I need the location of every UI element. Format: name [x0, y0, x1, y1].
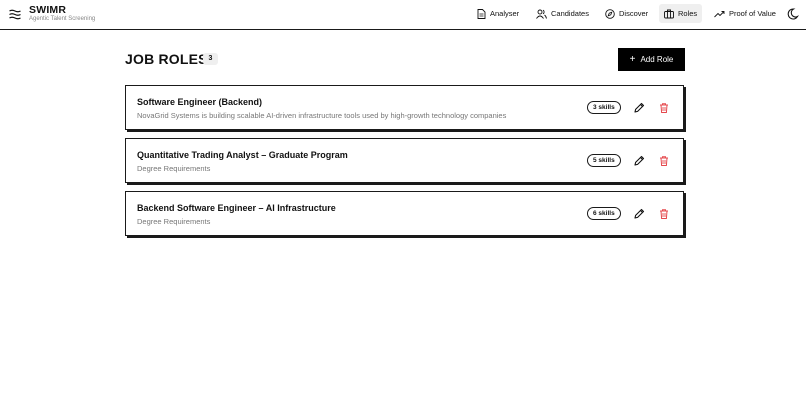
- nav-label: Proof of Value: [729, 9, 776, 18]
- pencil-icon[interactable]: [632, 207, 646, 221]
- trash-icon[interactable]: [657, 154, 671, 168]
- briefcase-icon: [664, 9, 674, 18]
- role-description: NovaGrid Systems is building scalable AI…: [137, 111, 507, 120]
- document-icon: [477, 8, 486, 19]
- plus-icon: +: [629, 53, 636, 65]
- role-card[interactable]: Software Engineer (Backend) NovaGrid Sys…: [125, 85, 684, 130]
- trash-icon[interactable]: [657, 207, 671, 221]
- nav-label: Analyser: [490, 9, 520, 18]
- role-card[interactable]: Quantitative Trading Analyst – Graduate …: [125, 138, 684, 183]
- role-title: Backend Software Engineer – AI Infrastru…: [137, 203, 336, 213]
- nav-item-proof-of-value[interactable]: Proof of Value: [709, 4, 781, 23]
- trash-icon[interactable]: [657, 101, 671, 115]
- pencil-icon[interactable]: [632, 154, 646, 168]
- nav-item-roles[interactable]: Roles: [659, 4, 703, 23]
- role-description: Degree Requirements: [137, 217, 211, 226]
- pencil-icon[interactable]: [632, 101, 646, 115]
- role-card[interactable]: Backend Software Engineer – AI Infrastru…: [125, 191, 684, 236]
- moon-icon[interactable]: [787, 7, 801, 21]
- trending-up-icon: [714, 10, 725, 17]
- add-role-button[interactable]: + Add Role: [618, 48, 685, 71]
- users-icon: [536, 9, 547, 19]
- nav-label: Roles: [678, 9, 698, 18]
- add-role-label: Add Role: [640, 55, 674, 64]
- nav-item-discover[interactable]: Discover: [600, 4, 653, 23]
- role-count-badge: 3: [203, 53, 218, 65]
- role-title: Software Engineer (Backend): [137, 97, 263, 107]
- waves-icon: [9, 9, 21, 20]
- role-title: Quantitative Trading Analyst – Graduate …: [137, 150, 348, 160]
- compass-icon: [605, 8, 615, 19]
- nav-item-analyser[interactable]: Analyser: [472, 4, 524, 23]
- skills-badge: 3 skills: [587, 101, 621, 114]
- role-description: Degree Requirements: [137, 164, 211, 173]
- skills-badge: 5 skills: [587, 154, 621, 167]
- nav-label: Candidates: [551, 9, 589, 18]
- skills-badge: 6 skills: [587, 207, 621, 220]
- brand-tagline: Agentic Talent Screening: [29, 16, 96, 22]
- brand-name[interactable]: SWIMR: [29, 4, 66, 16]
- top-bar: SWIMR Agentic Talent Screening Analyser …: [0, 0, 806, 30]
- nav-label: Discover: [619, 9, 649, 18]
- nav-item-candidates[interactable]: Candidates: [531, 4, 594, 23]
- page-title: JOB ROLES: [125, 51, 208, 67]
